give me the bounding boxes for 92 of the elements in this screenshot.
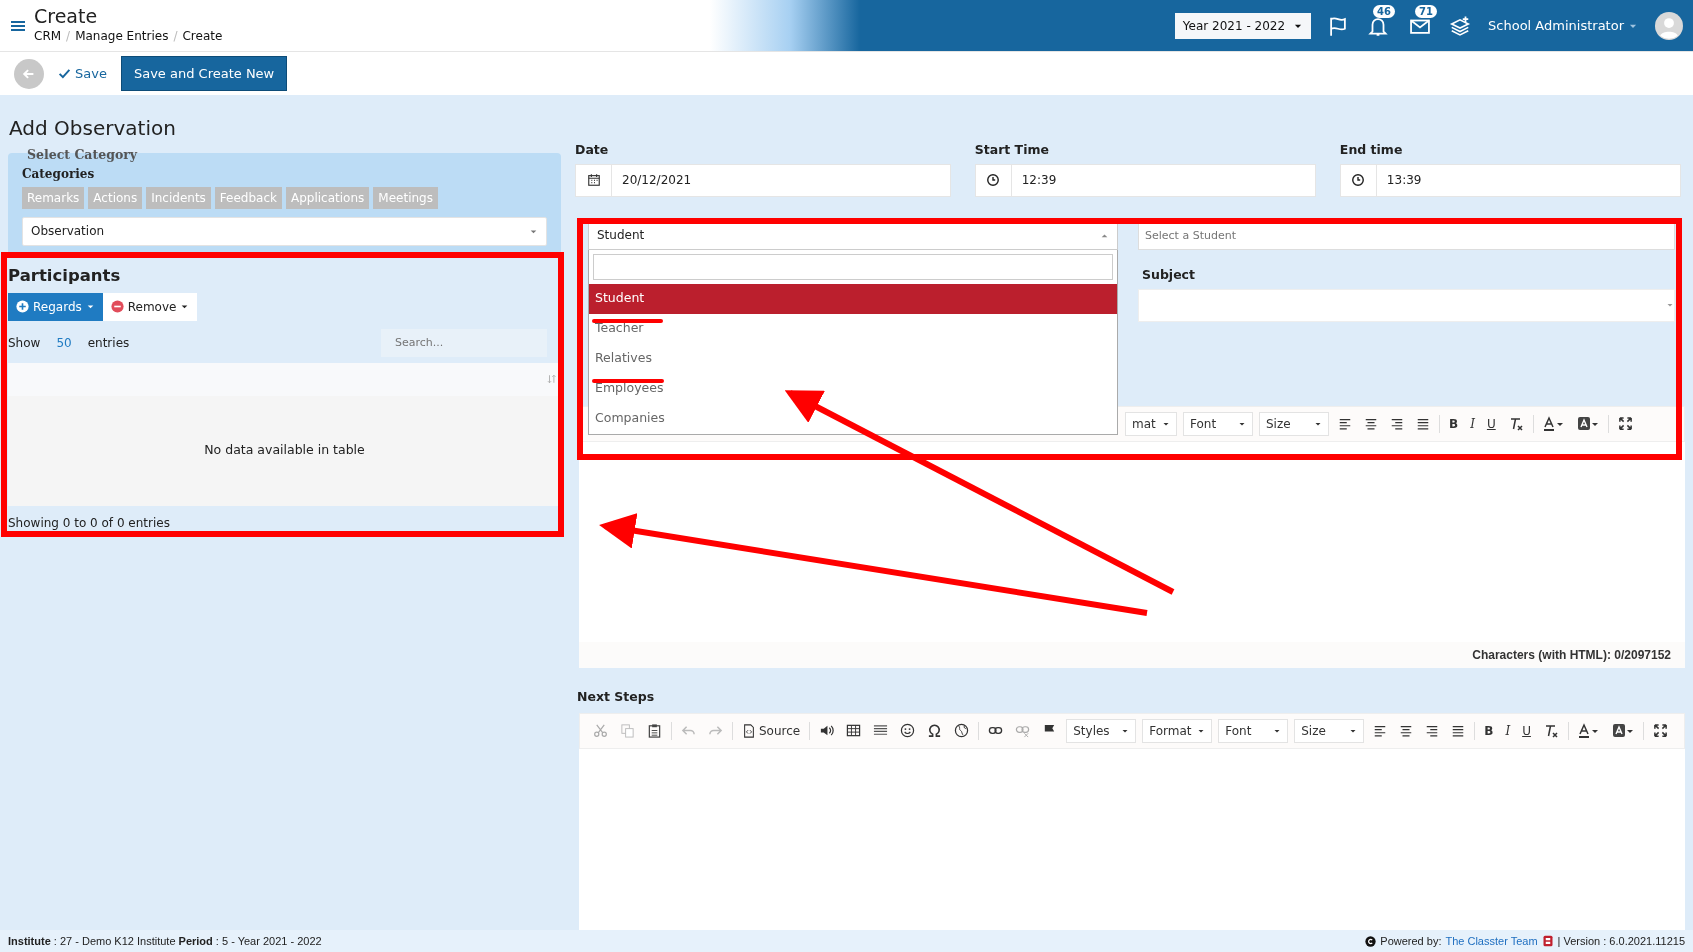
table-search-field[interactable]: Search... bbox=[381, 328, 547, 357]
clipboard-icon[interactable] bbox=[647, 723, 662, 738]
field-label: Date bbox=[575, 141, 610, 159]
notification-count: 46 bbox=[1373, 4, 1395, 18]
smiley-icon[interactable] bbox=[900, 723, 916, 738]
annotation-underline bbox=[592, 379, 664, 383]
breadcrumb-separator: / bbox=[173, 27, 178, 45]
table-info: Showing 0 to 0 of 0 entries bbox=[8, 514, 171, 532]
version-label: | Version : 6.0.2021.11215 bbox=[1557, 933, 1685, 949]
plus-circle-icon bbox=[16, 300, 29, 313]
annotation-underline bbox=[592, 319, 663, 323]
field-label: Start Time bbox=[974, 141, 1050, 159]
toolbar-select[interactable]: Size bbox=[1294, 718, 1365, 743]
dropdown-search-field[interactable] bbox=[593, 253, 1113, 280]
background-color-icon[interactable] bbox=[1611, 722, 1634, 739]
field-label: Next Steps bbox=[577, 687, 656, 706]
categories-label: Categories bbox=[22, 165, 96, 183]
align-right-icon[interactable] bbox=[1390, 416, 1404, 431]
align-center-icon[interactable] bbox=[1399, 723, 1414, 738]
date-field[interactable]: 20/12/2021 bbox=[575, 163, 951, 197]
special-character-icon[interactable] bbox=[927, 723, 943, 738]
regards-dropdown-button[interactable]: Regards bbox=[8, 292, 103, 321]
field-label: End time bbox=[1339, 141, 1404, 159]
toolbar-select[interactable]: Styles bbox=[1066, 718, 1137, 743]
bold-button[interactable]: B bbox=[1446, 413, 1462, 434]
breadcrumb-current: Create bbox=[182, 27, 223, 45]
caret-icon bbox=[1666, 301, 1674, 309]
page-title: Create bbox=[34, 6, 99, 27]
check-icon bbox=[58, 67, 71, 80]
clock-icon bbox=[1351, 173, 1366, 188]
section-title: Participants bbox=[8, 264, 122, 287]
entries-label: entries bbox=[87, 334, 130, 352]
arrow-left-icon bbox=[22, 66, 36, 81]
align-left-icon[interactable] bbox=[1338, 416, 1352, 431]
category-select[interactable]: Observation bbox=[22, 216, 547, 246]
copyright-icon bbox=[1365, 935, 1377, 947]
page-length-select[interactable]: 50 bbox=[56, 333, 72, 352]
team-link[interactable]: The Classter Team bbox=[1445, 932, 1538, 950]
toolbar-select[interactable]: Format bbox=[1142, 718, 1213, 743]
dropdown-option[interactable]: Student bbox=[589, 283, 1117, 314]
source-button[interactable]: Source bbox=[739, 720, 804, 741]
breadcrumb-link[interactable]: Manage Entries bbox=[75, 26, 169, 45]
message-count: 71 bbox=[1415, 4, 1437, 18]
underline-button[interactable]: U bbox=[1483, 413, 1499, 434]
character-count: Characters (with HTML): 0/2097152 bbox=[579, 641, 1685, 668]
show-label: Show bbox=[8, 334, 41, 352]
empty-table-message: No data available in table bbox=[204, 441, 365, 460]
align-left-icon[interactable] bbox=[1373, 723, 1388, 738]
italic-button[interactable]: I bbox=[1502, 720, 1514, 741]
text-editor-area[interactable]: Characters (with HTML): 0/2097152 bbox=[579, 441, 1685, 668]
table-icon[interactable] bbox=[846, 723, 862, 738]
background-color-icon[interactable] bbox=[1576, 415, 1599, 432]
italic-button[interactable]: I bbox=[1467, 413, 1478, 434]
horizontal-rule-icon[interactable] bbox=[873, 723, 889, 738]
caret-icon bbox=[85, 302, 95, 311]
text-color-icon[interactable] bbox=[1542, 415, 1565, 432]
minus-circle-icon bbox=[110, 300, 124, 313]
remove-dropdown-button[interactable]: Remove bbox=[102, 292, 198, 321]
time-field[interactable]: 12:39 bbox=[974, 163, 1316, 197]
justify-icon[interactable] bbox=[1451, 723, 1466, 738]
justify-icon[interactable] bbox=[1416, 416, 1430, 431]
field-label: Subject bbox=[1142, 265, 1196, 284]
year-select[interactable]: Year 2021 - 2022 bbox=[1174, 12, 1312, 39]
align-center-icon[interactable] bbox=[1364, 416, 1378, 431]
underline-button[interactable]: U bbox=[1519, 720, 1534, 741]
category-legend: Select Category bbox=[27, 146, 547, 165]
code-document-icon bbox=[742, 723, 756, 738]
institute-period-info: Institute : 27 - Demo K12 Institute Period : 5 - Year 2021 - 2022 bbox=[8, 933, 322, 949]
maximize-icon[interactable] bbox=[1617, 416, 1633, 432]
avatar-icon[interactable] bbox=[1655, 11, 1683, 40]
logo-icon bbox=[1541, 935, 1554, 947]
maximize-icon[interactable] bbox=[1652, 723, 1668, 738]
text-color-icon[interactable] bbox=[1577, 722, 1600, 739]
user-menu[interactable]: School Administrator bbox=[1487, 14, 1639, 37]
bold-button[interactable]: B bbox=[1481, 720, 1497, 741]
caret-icon bbox=[180, 302, 190, 311]
calendar-icon bbox=[586, 173, 601, 188]
toolbar-select[interactable]: mat bbox=[1125, 411, 1177, 436]
powered-by-label: Powered by: bbox=[1380, 933, 1442, 949]
save-and-create-new-button[interactable]: Save and Create New bbox=[120, 55, 288, 92]
toolbar-select[interactable]: Font bbox=[1218, 718, 1289, 743]
time-field[interactable]: 13:39 bbox=[1339, 163, 1681, 197]
toolbar-select[interactable]: Size bbox=[1259, 411, 1329, 436]
layers-plus-icon[interactable] bbox=[1449, 14, 1472, 37]
clock-icon bbox=[986, 173, 1001, 188]
breadcrumb-separator: / bbox=[66, 27, 71, 45]
breadcrumb-link[interactable]: CRM bbox=[34, 26, 62, 45]
toolbar-select[interactable]: Font bbox=[1183, 411, 1253, 436]
align-right-icon[interactable] bbox=[1425, 723, 1440, 738]
speaker-icon[interactable] bbox=[819, 723, 835, 738]
page-heading: Add Observation bbox=[9, 115, 177, 142]
save-button[interactable]: Save bbox=[54, 61, 111, 86]
